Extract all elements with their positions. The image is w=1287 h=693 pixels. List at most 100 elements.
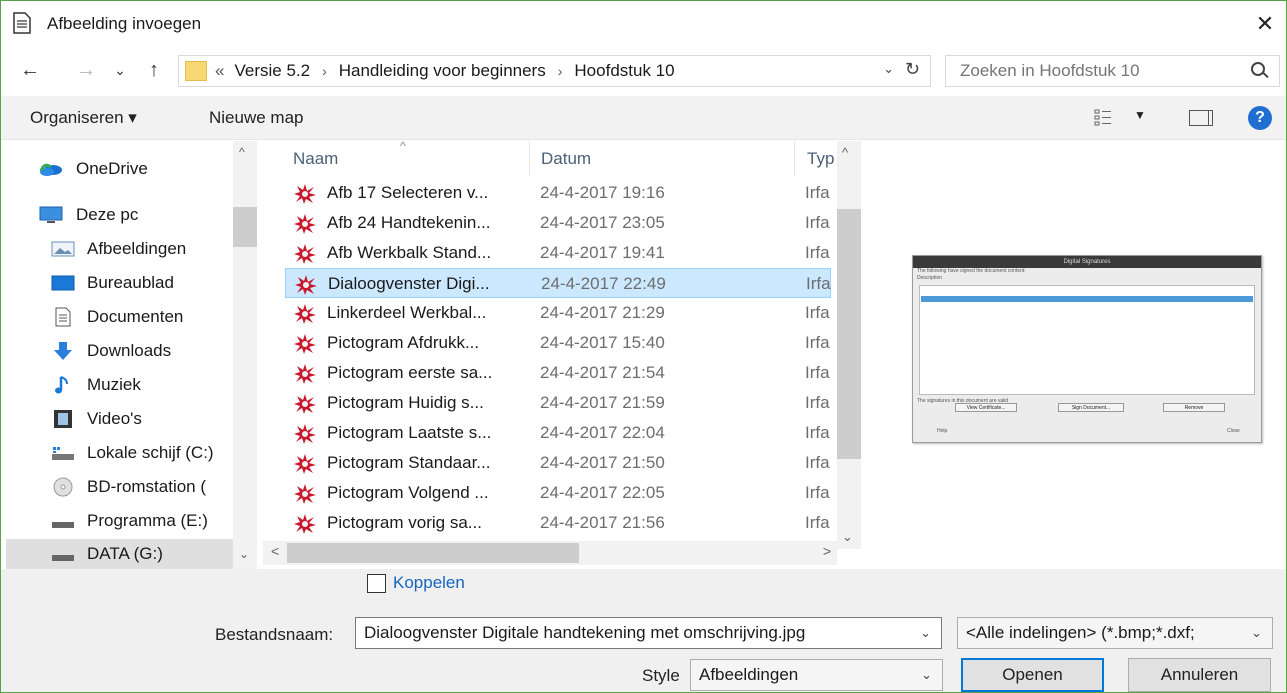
forward-arrow-icon[interactable]: → (73, 57, 99, 83)
file-row[interactable]: Pictogram Huidig s... 24-4-2017 21:59 Irfa (285, 388, 831, 418)
search-input[interactable] (960, 61, 1240, 81)
close-icon[interactable]: ✕ (1250, 9, 1280, 39)
filename-label: Bestandsnaam: (215, 625, 334, 644)
sidebar-item-pictures[interactable]: Afbeeldingen (51, 234, 263, 264)
breadcrumb-overflow[interactable]: « (215, 61, 224, 81)
file-name[interactable]: Afb 24 Handtekenin... (327, 213, 542, 233)
filename-value[interactable]: Dialoogvenster Digitale handtekening met… (364, 623, 805, 643)
file-row[interactable]: Pictogram vorig sa... 24-4-2017 21:56 Irfa (285, 508, 831, 538)
file-name[interactable]: Afb 17 Selecteren v... (327, 183, 542, 203)
file-row[interactable]: Afb 17 Selecteren v... 24-4-2017 19:16 Irf… (285, 178, 831, 208)
column-header-name[interactable]: Naam (293, 149, 338, 169)
search-icon[interactable] (1251, 62, 1265, 76)
scroll-thumb[interactable] (233, 207, 257, 247)
chevron-down-icon[interactable]: ⌄ (920, 625, 931, 641)
chevron-down-icon[interactable]: ⌄ (921, 667, 932, 683)
file-row[interactable]: Pictogram Volgend ... 24-4-2017 22:05 Irfa (285, 478, 831, 508)
file-name[interactable]: Pictogram Afdrukk... (327, 333, 542, 353)
chevron-down-icon[interactable]: ⌄ (1251, 625, 1262, 641)
organize-menu-button[interactable]: Organiseren ▾ (30, 108, 137, 128)
scroll-left-icon[interactable]: < (271, 543, 279, 559)
scroll-right-icon[interactable]: > (823, 543, 831, 559)
breadcrumb-separator-icon[interactable]: › (322, 63, 327, 79)
refresh-icon[interactable]: ↻ (905, 59, 920, 80)
file-row[interactable]: Pictogram Standaar... 24-4-2017 21:50 Irfa (285, 448, 831, 478)
sidebar-item-label: BD-romstation ( (87, 477, 207, 496)
scroll-up-icon[interactable]: ^ (842, 145, 848, 160)
breadcrumb-separator-icon[interactable]: › (558, 63, 563, 79)
image-preview: Digital Signatures The following have si… (912, 255, 1262, 443)
new-folder-button[interactable]: Nieuwe map (209, 108, 304, 128)
recent-locations-chevron-icon[interactable]: ⌄ (107, 57, 133, 83)
breadcrumb-item[interactable]: Hoofdstuk 10 (574, 61, 674, 81)
sidebar-scrollbar[interactable]: ^ ⌄ (233, 141, 257, 569)
sidebar-item-documents[interactable]: Documenten (51, 302, 263, 332)
file-row[interactable]: Pictogram eerste sa... 24-4-2017 21:54 Irf… (285, 358, 831, 388)
irfanview-file-icon (293, 213, 317, 235)
column-header-date[interactable]: Datum (541, 149, 591, 169)
file-list-horizontal-scrollbar[interactable]: < > (263, 541, 837, 565)
column-divider[interactable] (794, 141, 795, 177)
file-list-vertical-scrollbar[interactable]: ^ ⌄ (837, 141, 861, 549)
file-row[interactable]: Pictogram Afdrukk... 24-4-2017 15:40 Irfa (285, 328, 831, 358)
sidebar-item-downloads[interactable]: Downloads (51, 336, 263, 366)
file-name[interactable]: Linkerdeel Werkbal... (327, 303, 542, 323)
file-row[interactable]: Afb Werkbalk Stand... 24-4-2017 19:41 Irfa (285, 238, 831, 268)
column-divider[interactable] (529, 141, 530, 177)
style-select[interactable]: Afbeeldingen ⌄ (690, 659, 943, 691)
address-bar[interactable]: « Versie 5.2 › Handleiding voor beginner… (178, 55, 931, 87)
file-date: 24-4-2017 22:49 (541, 274, 666, 293)
file-row[interactable]: Dialoogvenster Digi... 24-4-2017 22:49 Irf… (285, 268, 831, 298)
file-type-value[interactable]: <Alle indelingen> (*.bmp;*.dxf; (966, 623, 1195, 643)
scroll-down-icon[interactable]: ⌄ (842, 529, 853, 545)
file-date: 24-4-2017 21:56 (540, 513, 665, 532)
file-row[interactable]: Linkerdeel Werkbal... 24-4-2017 21:29 Irfa (285, 298, 831, 328)
file-name[interactable]: Pictogram Standaar... (327, 453, 542, 473)
sidebar-item-program-e[interactable]: Programma (E:) (51, 506, 263, 536)
file-name[interactable]: Dialoogvenster Digi... (328, 274, 543, 294)
sidebar-item-desktop[interactable]: Bureaublad (51, 268, 263, 298)
file-name[interactable]: Pictogram vorig sa... (327, 513, 542, 533)
view-options-dropdown-icon[interactable]: ▼ (1134, 108, 1146, 122)
file-row[interactable]: Pictogram Laatste s... 24-4-2017 22:04 Irf… (285, 418, 831, 448)
sidebar-item-this-pc[interactable]: Deze pc (38, 200, 263, 230)
scroll-thumb[interactable] (837, 209, 861, 459)
cancel-button[interactable]: Annuleren (1128, 658, 1271, 692)
help-icon[interactable]: ? (1248, 106, 1272, 130)
sidebar-item-videos[interactable]: Video's (51, 404, 263, 434)
irfanview-file-icon (293, 243, 317, 265)
preview-pane-toggle-icon[interactable] (1189, 110, 1213, 126)
back-arrow-icon[interactable]: ← (17, 57, 43, 83)
file-name[interactable]: Afb Werkbalk Stand... (327, 243, 542, 263)
scroll-down-icon[interactable]: ⌄ (239, 547, 249, 561)
sidebar-item-onedrive[interactable]: OneDrive (38, 154, 263, 184)
file-type-select[interactable]: <Alle indelingen> (*.bmp;*.dxf; ⌄ (957, 617, 1273, 649)
file-row[interactable]: Afb 24 Handtekenin... 24-4-2017 23:05 Irfa (285, 208, 831, 238)
sidebar-item-music[interactable]: Muziek (51, 370, 263, 400)
link-checkbox[interactable] (367, 574, 386, 593)
file-name[interactable]: Pictogram Huidig s... (327, 393, 542, 413)
view-details-icon[interactable] (1094, 108, 1112, 126)
scroll-thumb[interactable] (287, 543, 579, 563)
sidebar-item-local-disk-c[interactable]: Lokale schijf (C:) (51, 438, 263, 468)
file-type: Irfa (805, 183, 830, 202)
filename-combobox[interactable]: Dialoogvenster Digitale handtekening met… (355, 617, 942, 649)
column-header-type[interactable]: Typ (807, 149, 834, 169)
breadcrumb-item[interactable]: Versie 5.2 (234, 61, 310, 81)
sidebar-item-data-g[interactable]: DATA (G:) (6, 539, 233, 569)
search-box[interactable] (945, 55, 1280, 87)
style-value[interactable]: Afbeeldingen (699, 665, 798, 685)
up-arrow-icon[interactable]: ↑ (141, 57, 167, 83)
file-name[interactable]: Pictogram Laatste s... (327, 423, 542, 443)
dialog-footer: Koppelen Bestandsnaam: Dialoogvenster Di… (1, 569, 1286, 692)
breadcrumb-item[interactable]: Handleiding voor beginners (339, 61, 546, 81)
link-checkbox-label[interactable]: Koppelen (393, 573, 465, 593)
file-name[interactable]: Pictogram Volgend ... (327, 483, 542, 503)
scroll-up-icon[interactable]: ^ (239, 145, 245, 159)
style-label: Style (642, 666, 680, 685)
file-name[interactable]: Pictogram eerste sa... (327, 363, 542, 383)
file-date: 24-4-2017 22:05 (540, 483, 665, 502)
address-dropdown-icon[interactable]: ⌄ (883, 61, 894, 77)
open-button[interactable]: Openen (961, 658, 1104, 692)
sidebar-item-bd-rom[interactable]: BD-romstation ( (51, 472, 263, 502)
